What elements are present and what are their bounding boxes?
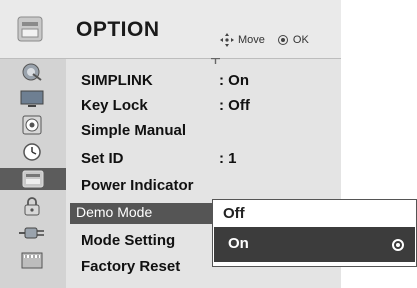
selected-radio-icon [392, 239, 404, 251]
input-plug-icon [19, 227, 44, 239]
speaker-icon [22, 115, 42, 135]
set-id-value: : 1 [219, 150, 237, 167]
key-lock-value: : Off [219, 97, 250, 114]
sidebar-item-audio[interactable] [17, 114, 47, 136]
option-toolbox-icon [22, 170, 44, 188]
menu-title: OPTION [76, 18, 160, 41]
ok-button-icon [277, 35, 288, 45]
menu-item-key-lock[interactable]: Key Lock [81, 97, 148, 114]
sidebar-item-lock[interactable] [17, 195, 47, 217]
sidebar-item-usb[interactable] [17, 249, 47, 271]
ok-label: OK [292, 34, 309, 46]
tv-screen-icon [20, 90, 44, 107]
menu-item-simplink[interactable]: SIMPLINK [81, 72, 153, 89]
sidebar-item-time[interactable] [17, 141, 47, 163]
menu-item-mode-setting[interactable]: Mode Setting [81, 232, 175, 249]
demo-mode-submenu: Off On [212, 199, 417, 267]
option-on-row[interactable]: On [214, 227, 415, 262]
option-off[interactable]: Off [223, 205, 245, 222]
sidebar-item-option[interactable] [0, 168, 66, 190]
nav-hint: Move OK [220, 33, 309, 47]
sidebar-item-picture[interactable] [17, 88, 47, 110]
menu-item-demo-mode[interactable]: Demo Mode [76, 204, 152, 220]
menu-item-factory-reset[interactable]: Factory Reset [81, 258, 180, 275]
usb-film-icon [21, 252, 43, 269]
menu-item-set-id[interactable]: Set ID [81, 150, 124, 167]
clock-icon [23, 143, 41, 161]
sidebar-item-channel[interactable] [17, 61, 47, 83]
sidebar-item-input[interactable] [17, 222, 47, 244]
simplink-value: : On [219, 72, 249, 89]
menu-item-simple-manual[interactable]: Simple Manual [81, 122, 186, 139]
lock-icon [24, 197, 40, 216]
move-arrows-icon [220, 33, 234, 47]
satellite-dish-icon [22, 63, 42, 81]
menu-item-power-indicator[interactable]: Power Indicator [81, 177, 194, 194]
move-label: Move [238, 34, 265, 46]
option-toolbox-icon [17, 16, 43, 42]
pointer-cursor-icon [211, 58, 220, 64]
menu-header: OPTION Move OK [0, 0, 341, 59]
category-sidebar [0, 59, 66, 288]
option-on[interactable]: On [228, 235, 249, 252]
